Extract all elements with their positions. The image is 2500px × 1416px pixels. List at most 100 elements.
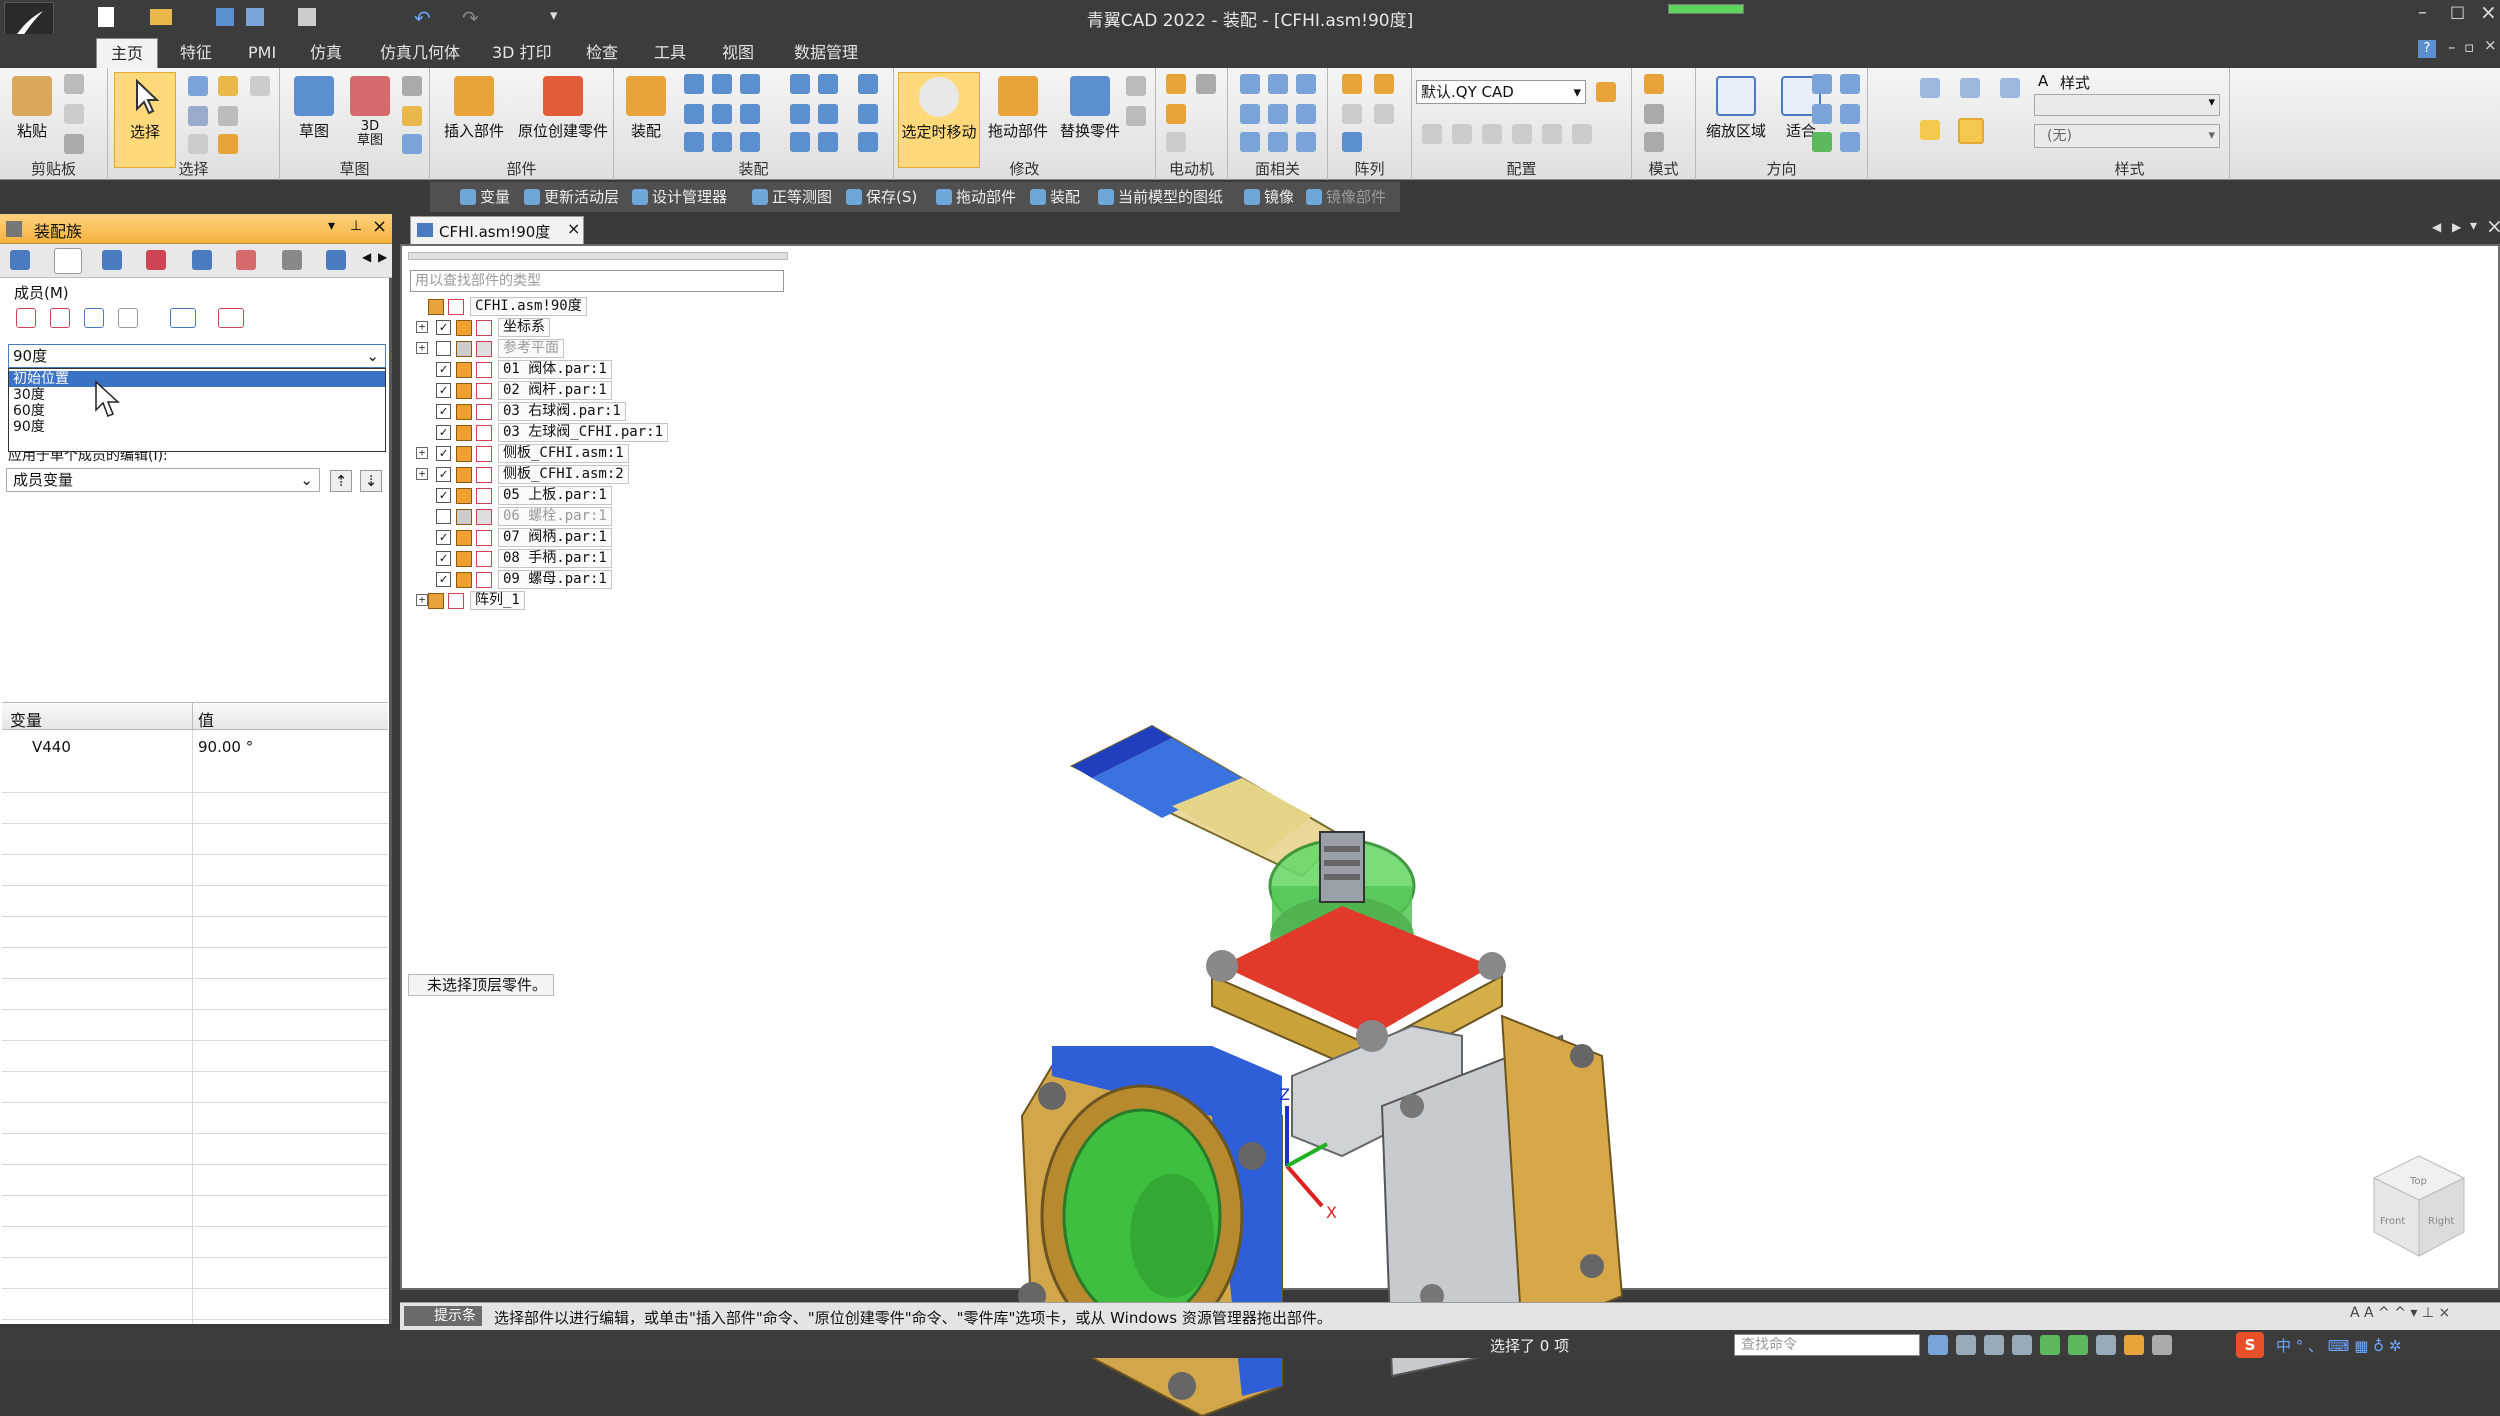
status-rotate-icon[interactable]: [2040, 1335, 2060, 1355]
status-view-icon[interactable]: [2096, 1335, 2116, 1355]
view-next-icon[interactable]: [1840, 132, 1860, 152]
sketch-curve-icon[interactable]: [402, 134, 422, 154]
relation-angle-icon[interactable]: [712, 104, 732, 124]
spin-icon[interactable]: [1840, 104, 1860, 124]
tree-item[interactable]: + ✓ 侧板_CFHI.asm:2: [406, 464, 806, 485]
config-display-4-icon[interactable]: [1512, 124, 1532, 144]
layers-tab-icon[interactable]: [192, 250, 212, 270]
visibility-checkbox[interactable]: ✓: [436, 362, 451, 377]
pathfinder-tab-icon[interactable]: [10, 250, 30, 270]
quick-iso-view[interactable]: 正等测图: [750, 186, 832, 208]
format-painter-icon[interactable]: [64, 134, 84, 154]
expand-icon[interactable]: +: [416, 342, 428, 354]
view-cube-front-label[interactable]: Front: [2380, 1216, 2405, 1227]
tab-3d-print[interactable]: 3D 打印: [478, 38, 566, 68]
visibility-checkbox[interactable]: ✓: [436, 320, 451, 335]
relation-mate-icon[interactable]: [684, 74, 704, 94]
zoom-area-button[interactable]: 缩放区域: [1698, 72, 1774, 158]
motor-icon[interactable]: [1166, 74, 1186, 94]
select-find-icon[interactable]: [250, 76, 270, 96]
save-icon[interactable]: [216, 8, 234, 26]
array-duplicate-icon[interactable]: [1374, 104, 1394, 124]
quick-assemble[interactable]: 装配: [1028, 186, 1080, 208]
config-display-5-icon[interactable]: [1542, 124, 1562, 144]
status-shade-icon[interactable]: [2124, 1335, 2144, 1355]
view-cube-top-label[interactable]: Top: [2409, 1176, 2427, 1187]
expand-icon[interactable]: +: [416, 447, 428, 459]
visibility-checkbox[interactable]: ✓: [436, 425, 451, 440]
quick-design-manager[interactable]: 设计管理器: [630, 186, 727, 208]
modify-tool-icon[interactable]: [1126, 76, 1146, 96]
view-cube-2-icon[interactable]: [1960, 78, 1980, 98]
tab-pmi[interactable]: PMI: [234, 38, 290, 68]
doc-prev-icon[interactable]: ◀: [2432, 220, 2441, 234]
replace-part-button[interactable]: 替换零件: [1054, 72, 1126, 158]
mode-pen-icon[interactable]: [1644, 132, 1664, 152]
visibility-checkbox[interactable]: ✓: [436, 572, 451, 587]
tree-item[interactable]: ✓ 03 右球阀.par:1: [406, 401, 806, 422]
ribbon-close-icon[interactable]: ×: [2484, 36, 2497, 54]
quick-update-active[interactable]: 更新活动层: [522, 186, 619, 208]
relation-hide-icon[interactable]: [858, 132, 878, 152]
config-display-6-icon[interactable]: [1572, 124, 1592, 144]
motor-simulate-icon[interactable]: [1196, 74, 1216, 94]
relation-align-icon[interactable]: [712, 74, 732, 94]
tree-item[interactable]: + 参考平面: [406, 338, 806, 359]
quick-variables[interactable]: 变量: [458, 186, 510, 208]
member-select[interactable]: 90度 ⌄: [8, 344, 386, 368]
view-cube-3-icon[interactable]: [2000, 78, 2020, 98]
close-icon[interactable]: ×: [2480, 0, 2497, 24]
motor-play-icon[interactable]: [1166, 132, 1186, 152]
config-display-1-icon[interactable]: [1422, 124, 1442, 144]
status-fit-icon[interactable]: [1984, 1335, 2004, 1355]
save-all-icon[interactable]: [246, 8, 264, 26]
sketch-line-icon[interactable]: [402, 106, 422, 126]
relation-gear-icon[interactable]: [818, 104, 838, 124]
select-button[interactable]: 选择: [114, 72, 176, 168]
status-arrow-icon[interactable]: [1928, 1335, 1948, 1355]
prompt-controls-icon[interactable]: A A ^ ^ ▾ ⊥ ×: [2350, 1305, 2450, 1321]
valve-assembly-model[interactable]: Z X: [942, 476, 1842, 1416]
relation-grid-icon[interactable]: [858, 74, 878, 94]
dropdown-option[interactable]: 60度: [9, 403, 385, 419]
sketch-tool-icon[interactable]: [402, 76, 422, 96]
print-icon[interactable]: [298, 8, 316, 26]
create-inplace-button[interactable]: 原位创建零件: [514, 72, 612, 158]
motor-settings-icon[interactable]: [1166, 104, 1186, 124]
tab-close-icon[interactable]: ×: [567, 219, 580, 238]
status-sketch-icon[interactable]: [2068, 1335, 2088, 1355]
help-tab-icon[interactable]: [102, 250, 122, 270]
delete-member-icon[interactable]: [50, 308, 70, 328]
dropdown-option[interactable]: 初始位置: [9, 371, 385, 387]
tree-item[interactable]: ✓ 02 阀杆.par:1: [406, 380, 806, 401]
mode-grid-icon[interactable]: [1644, 74, 1664, 94]
panel-pin-icon[interactable]: ⊥: [350, 218, 362, 234]
ime-status-icons[interactable]: 中 ° 、 ⌨ ▦ ♁ ✲: [2276, 1335, 2402, 1356]
doc-list-icon[interactable]: ▾: [2470, 218, 2477, 234]
member-properties-icon[interactable]: [118, 308, 138, 328]
status-pan-icon[interactable]: [2012, 1335, 2032, 1355]
relation-path-icon[interactable]: [858, 104, 878, 124]
table-row[interactable]: V440 90.00 °: [2, 732, 388, 762]
customize-dropdown-icon[interactable]: ▾: [550, 6, 558, 24]
visibility-checkbox[interactable]: ✓: [436, 467, 451, 482]
tools-tab-icon[interactable]: [282, 250, 302, 270]
document-tab[interactable]: CFHI.asm!90度 ×: [410, 216, 584, 244]
array-mirror-icon[interactable]: [1342, 104, 1362, 124]
tree-item[interactable]: ✓ 09 螺母.par:1: [406, 569, 806, 590]
visibility-checkbox[interactable]: ✓: [436, 383, 451, 398]
sketch-3d-button[interactable]: 3D 草图: [342, 72, 398, 158]
visibility-checkbox[interactable]: [436, 341, 451, 356]
search-input[interactable]: 用以查找部件的类型: [410, 270, 784, 292]
tab-inspect[interactable]: 检查: [572, 38, 632, 68]
visibility-checkbox[interactable]: ✓: [436, 551, 451, 566]
variant-remove-icon[interactable]: ⇣: [360, 470, 382, 492]
view-cube[interactable]: Top Front Right: [2364, 1152, 2474, 1272]
rotate-icon[interactable]: [1812, 104, 1832, 124]
relation-show-icon[interactable]: [818, 132, 838, 152]
tree-item[interactable]: + ✓ 坐标系: [406, 317, 806, 338]
quick-mirror[interactable]: 镜像: [1242, 186, 1294, 208]
paste-button[interactable]: 粘贴: [4, 72, 60, 158]
tab-scroll-left-icon[interactable]: ◀: [362, 250, 371, 264]
tree-item[interactable]: + 阵列_1: [406, 590, 806, 611]
